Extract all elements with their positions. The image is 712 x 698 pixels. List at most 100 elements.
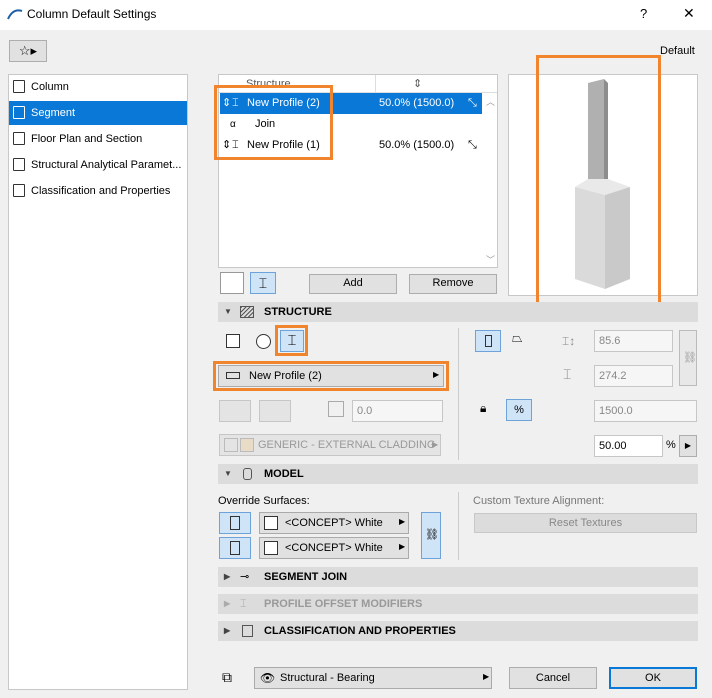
highlight-profile-shape [275,325,308,356]
percent-field[interactable]: 50.00 [594,435,663,457]
highlight-profile-dropdown [213,361,449,391]
chain-icon: ⛓ [683,352,697,364]
structural-analytical-icon [13,158,25,171]
percent-toggle[interactable]: % [506,399,532,421]
settings-nav: Column Segment Floor Plan and Section St… [8,74,188,690]
override-surface-toggle-1[interactable] [219,512,251,534]
profile-offset-section-header[interactable]: ▶ ⌶ PROFILE OFFSET MODIFIERS [218,594,698,614]
column-icon [13,80,25,93]
expand-arrow-icon: ▶ [224,572,231,581]
straight-segment-toggle[interactable] [220,272,244,294]
surface-dropdown-1[interactable]: <CONCEPT> White ▶ [259,512,409,534]
scale-icon[interactable]: ⤡ [468,93,477,114]
dropdown-arrow-icon: ▶ [432,440,439,449]
scroll-down-icon[interactable]: ﹀ [486,253,495,266]
profile-segment-toggle[interactable]: ⌶ [250,272,276,294]
segment-icon [13,106,25,119]
scale-icon[interactable]: ⤡ [468,135,477,156]
nav-item-segment[interactable]: Segment [9,101,187,125]
dropdown-arrow-icon: ▶ [399,542,406,551]
surface-swatch [264,541,278,555]
highlight-preview [536,55,661,318]
width-field[interactable]: 85.6 [594,330,673,352]
segment-join-section-header[interactable]: ▶ ⊸ SEGMENT JOIN [218,567,698,587]
cancel-button[interactable]: Cancel [509,667,597,689]
slanted-column-toggle[interactable]: ⏢ [507,330,531,352]
nav-item-classification[interactable]: Classification and Properties [9,179,187,203]
floor-plan-icon [13,132,25,145]
layer-dropdown[interactable]: 👁︎ Structural - Bearing ▶ [254,667,492,689]
width-icon: ⌶↕ [562,334,576,348]
chain-icon: ⛓ [425,529,439,541]
nav-item-structural-analytical[interactable]: Structural Analytical Paramet... [9,153,187,177]
override-surface-toggle-2[interactable] [219,537,251,559]
header-divider [375,75,376,93]
nav-item-floor-plan[interactable]: Floor Plan and Section [9,127,187,151]
depth-icon: ⌶ [563,366,572,382]
classification-icon [242,625,253,637]
override-surfaces-label: Override Surfaces: [218,495,310,507]
close-button[interactable]: ✕ [683,5,695,22]
layers-icon: ⧉ [222,669,232,685]
texture-alignment-label: Custom Texture Alignment: [473,495,605,507]
profile-icon: ⌶ [258,275,268,291]
percent-menu-button[interactable]: ▶ [679,435,697,457]
column-header-length: ⇕ [413,78,423,90]
default-label: Default [660,45,695,57]
window-title: Column Default Settings [27,7,157,21]
circular-shape-button[interactable] [256,334,271,349]
percent-unit: % [666,439,676,451]
nav-item-column[interactable]: Column [9,75,187,99]
offset-icon [328,401,344,417]
archicad-logo-icon [7,9,23,20]
vertical-column-toggle[interactable] [475,330,501,352]
material-swatch [240,438,254,452]
collapse-arrow-icon: ▼ [224,307,232,316]
anchor-button[interactable] [219,400,251,422]
ok-button[interactable]: OK [609,667,697,689]
dropdown-arrow-icon: ▶ [399,517,406,526]
collapse-arrow-icon: ▼ [224,469,232,478]
material-dropdown[interactable]: GENERIC - EXTERNAL CLADDING ▶ [219,434,441,456]
divider [458,492,459,560]
add-button[interactable]: Add [309,274,397,294]
length-field[interactable]: 1500.0 [594,400,697,422]
remove-button[interactable]: Remove [409,274,497,294]
surface-swatch [264,516,278,530]
anchor-options-button[interactable] [259,400,291,422]
divider [458,328,459,460]
dropdown-arrow-icon: ▶ [684,441,692,450]
favorites-star-icon: ☆▸ [18,43,38,58]
surface-dropdown-2[interactable]: <CONCEPT> White ▶ [259,537,409,559]
model-icon [243,468,252,480]
dropdown-arrow-icon: ▶ [483,672,490,681]
expand-arrow-icon: ▶ [224,599,231,608]
material-swatch [224,438,238,452]
slanted-icon: ⏢ [512,330,523,345]
link-dimensions-button[interactable]: ⛓ [679,330,697,386]
segment-join-icon: ⊸ [240,571,250,583]
model-section-header[interactable]: ▼ MODEL [218,464,698,484]
depth-field[interactable]: 274.2 [594,365,673,387]
profile-offset-icon: ⌶ [240,598,247,610]
surface-icon [230,541,240,555]
offset-field[interactable]: 0.0 [352,400,443,422]
structure-section-header[interactable]: ▼ STRUCTURE [218,302,698,322]
classification-section-header[interactable]: ▶ CLASSIFICATION AND PROPERTIES [218,621,698,641]
rectangular-shape-button[interactable] [226,334,240,348]
scrollbar[interactable]: ︿ ﹀ [485,95,497,267]
hatch-icon [240,306,254,318]
classification-icon [13,184,25,197]
vertical-icon [485,335,492,347]
lock-icon[interactable]: 🔒︎ [480,401,486,416]
highlight-profiles [214,85,333,160]
eye-icon: 👁︎ [260,671,276,685]
percent-icon: % [514,404,524,416]
surface-icon [230,516,240,530]
scroll-up-icon[interactable]: ︿ [486,95,495,108]
reset-textures-button[interactable]: Reset Textures [474,513,697,533]
link-surfaces-button[interactable]: ⛓ [421,512,441,559]
help-button[interactable]: ? [640,6,647,21]
favorites-button[interactable]: ☆▸ [9,40,47,62]
expand-arrow-icon: ▶ [224,626,231,635]
